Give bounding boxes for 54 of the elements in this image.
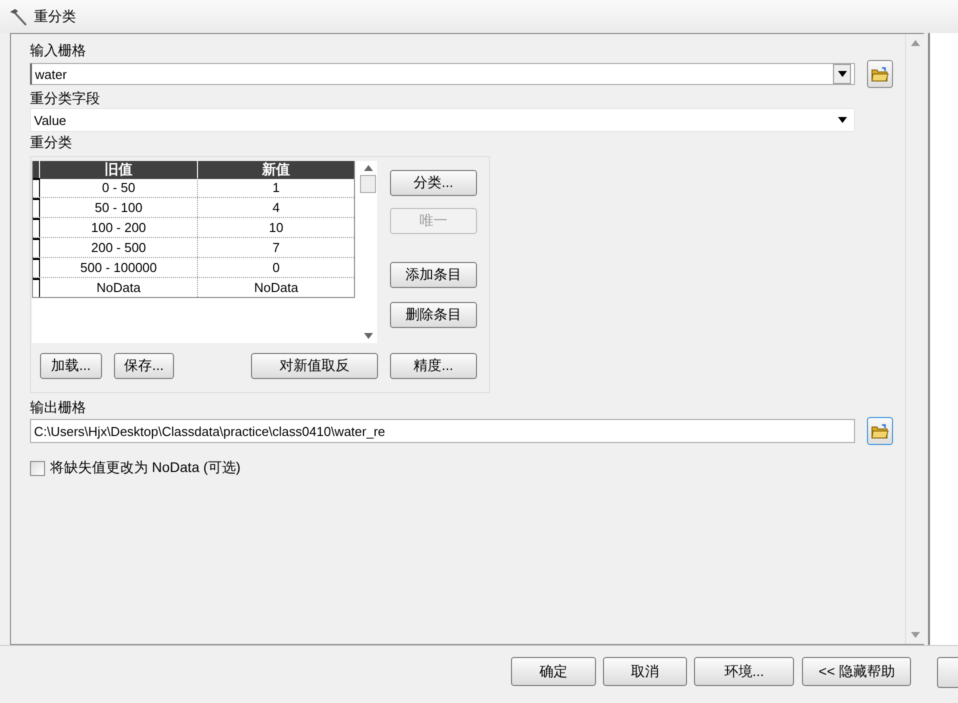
row-header[interactable] [33,198,40,217]
hammer-icon [8,8,28,26]
checkbox[interactable] [30,460,45,476]
folder-icon [871,424,890,438]
action-button[interactable]: 删除条目 [390,302,477,328]
action-button[interactable]: 分类... [390,170,477,196]
output-raster-field[interactable]: C:\Users\Hjx\Desktop\Classdata\practice\class0410\water_re [30,419,856,443]
reclass-field-dropdown[interactable]: Value [30,108,856,132]
input-raster-dropdown[interactable]: water [30,63,856,85]
dropdown-arrow-icon [838,71,847,77]
dialog-button[interactable] [937,657,958,688]
table-cell-text: NoData [253,279,300,297]
table-cell-text: 4 [272,199,281,217]
table-cell: NoData [40,278,198,297]
browse-button[interactable] [867,60,894,88]
table-cell-text: 7 [272,239,281,257]
scroll-up-icon[interactable] [910,40,920,46]
dropdown-arrow-icon [838,117,848,123]
table-cell: 500 - 100000 [40,258,198,277]
column-header: 新值 [198,161,354,179]
table-cell-text: 0 [272,259,281,277]
field-label: 重分类字段 [30,89,101,108]
browse-button[interactable] [867,417,894,445]
scroll-down-icon[interactable] [364,333,373,339]
action-button[interactable]: 添加条目 [390,262,477,288]
row-header[interactable] [33,218,40,237]
table-cell: 100 - 200 [40,218,198,237]
field-label: 重分类 [30,133,73,152]
row-header[interactable] [33,178,40,197]
action-button[interactable]: 加载... [40,353,102,379]
window-title: 重分类 [34,8,76,26]
dialog-button[interactable]: 环境... [694,657,794,686]
table-cell: 50 - 100 [40,198,198,217]
row-header[interactable] [33,278,40,297]
scroll-up-icon[interactable] [364,165,373,171]
action-button[interactable]: 对新值取反 [251,353,378,379]
row-header[interactable] [33,238,40,257]
field-label: 输入栅格 [30,41,87,60]
dialog-button[interactable]: << 隐藏帮助 [802,657,912,686]
checkbox-label: 将缺失值更改为 NoData (可选) [50,459,241,477]
table-cell-text: 10 [268,219,284,237]
action-button[interactable]: 精度... [390,353,477,379]
dialog-button[interactable]: 取消 [602,657,688,686]
scroll-thumb[interactable] [360,175,376,193]
field-label: 输出栅格 [30,398,87,417]
folder-icon [871,66,890,82]
scroll-down-icon[interactable] [910,632,920,638]
table-cell: 0 - 50 [40,178,198,197]
table-cell: 200 - 500 [40,238,198,257]
dialog-button[interactable]: 确定 [511,657,596,686]
table-cell-text: 1 [272,179,281,197]
row-header[interactable] [33,258,40,277]
action-button[interactable]: 保存... [114,353,174,379]
column-header: 旧值 [40,161,198,179]
